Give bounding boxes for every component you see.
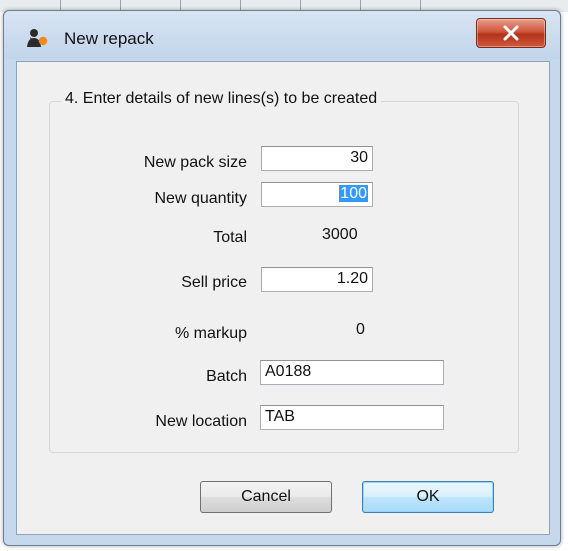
app-icon	[27, 29, 48, 47]
background-grid-line	[240, 0, 241, 10]
cancel-button[interactable]: Cancel	[200, 481, 332, 513]
new-location-label: New location	[155, 413, 247, 430]
background-grid-line	[180, 0, 181, 10]
close-button[interactable]	[476, 18, 546, 48]
new-location-value: TAB	[265, 408, 295, 425]
batch-value: A0188	[265, 363, 312, 380]
background-grid-line	[360, 0, 361, 10]
markup-value: 0	[356, 321, 365, 338]
markup-label: % markup	[174, 325, 247, 342]
ok-button[interactable]: OK	[362, 481, 494, 513]
step-heading: 4. Enter details of new lines(s) to be c…	[61, 90, 382, 108]
new-location-field[interactable]: TAB	[260, 405, 444, 430]
close-icon	[503, 25, 519, 41]
new-quantity-field[interactable]: 100	[261, 182, 373, 207]
total-label: Total	[213, 229, 247, 246]
window-title: New repack	[64, 29, 154, 48]
new-repack-dialog: New repack 4. Enter details of new lines…	[3, 10, 561, 546]
new-quantity-label: New quantity	[154, 190, 248, 207]
sell-price-field[interactable]: 1.20	[261, 267, 373, 292]
batch-label: Batch	[206, 368, 247, 385]
background-grid-line	[420, 0, 421, 10]
sell-price-label: Sell price	[181, 274, 247, 291]
dialog-body: 4. Enter details of new lines(s) to be c…	[16, 61, 550, 535]
background-grid-line	[60, 0, 61, 10]
total-value: 3000	[322, 226, 358, 243]
new-quantity-value: 100	[339, 185, 368, 202]
new-pack-size-field[interactable]: 30	[261, 146, 373, 171]
background-grid-line	[120, 0, 121, 10]
sell-price-value: 1.20	[336, 270, 368, 287]
new-pack-size-value: 30	[350, 149, 368, 166]
title-bar[interactable]: New repack	[4, 11, 560, 59]
new-pack-size-label: New pack size	[143, 154, 247, 171]
batch-field[interactable]: A0188	[260, 360, 444, 385]
background-grid-line	[300, 0, 301, 10]
